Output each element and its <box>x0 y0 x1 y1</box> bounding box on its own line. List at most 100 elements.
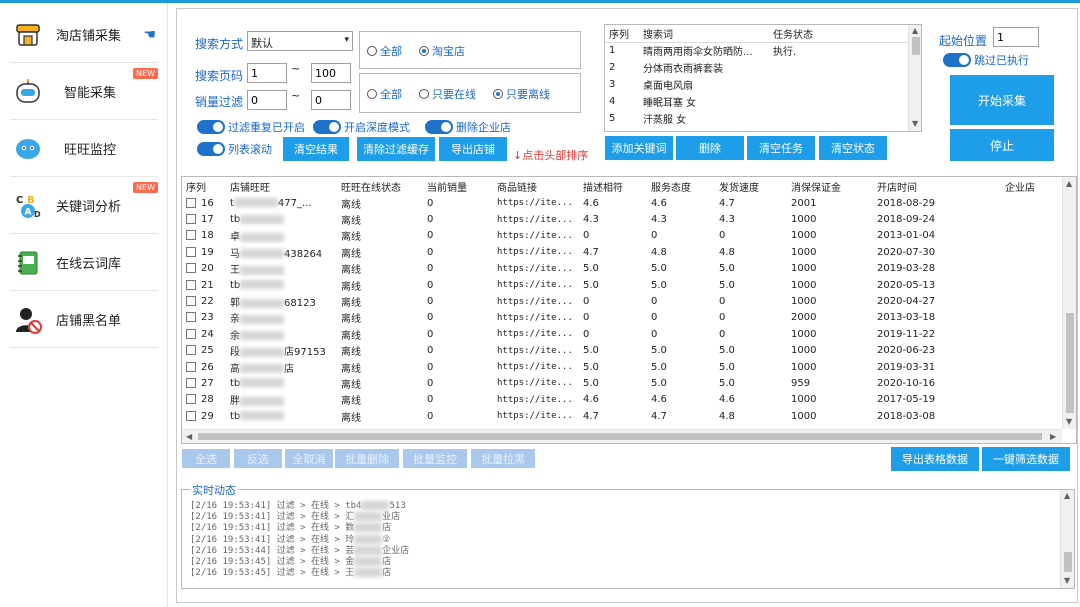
keyword-row[interactable]: 4 睡眠耳塞 女 <box>605 93 908 110</box>
keyword-row[interactable]: 5 汗蒸服 女 <box>605 110 908 127</box>
product-link-cell[interactable]: https://ite... <box>493 277 579 293</box>
results-vertical-scrollbar[interactable]: ▲ ▼ <box>1062 177 1076 429</box>
row-checkbox[interactable] <box>186 361 196 372</box>
results-horizontal-scrollbar[interactable]: ◀ ▶ <box>182 429 1062 443</box>
list-scroll-toggle[interactable]: 列表滚动 <box>197 141 272 157</box>
realtime-log[interactable]: 实时动态 [2/16 19:53:41] 过滤 > 在线 > tb4 513 [2/… <box>181 482 1075 589</box>
sales-to-input[interactable]: 0 <box>311 90 351 110</box>
export-shops-button[interactable]: 导出店铺 <box>439 137 507 161</box>
product-link-cell[interactable]: https://ite... <box>493 326 579 342</box>
online-only-radio[interactable]: 只要在线 <box>419 86 476 102</box>
shop-type-taobao-radio[interactable]: 淘宝店 <box>419 43 465 59</box>
product-link-cell[interactable]: https://ite... <box>493 244 579 260</box>
kw-header-status[interactable]: 任务状态 <box>769 25 908 43</box>
results-scroll-thumb[interactable] <box>1066 313 1074 413</box>
product-link-cell[interactable]: https://ite... <box>493 261 579 277</box>
delete-keyword-button[interactable]: 删除 <box>676 136 744 160</box>
row-index-cell[interactable]: 17 <box>182 211 226 227</box>
product-link-cell[interactable]: https://ite... <box>493 211 579 227</box>
keyword-row[interactable]: 2 分体雨衣雨裤套装 <box>605 59 908 76</box>
table-row[interactable]: 24 余 离线 0 https://ite... 0 0 0 1000 2019-11-22 <box>182 326 1041 342</box>
clear-filter-cache-button[interactable]: 清除过滤缓存 <box>357 137 435 161</box>
product-link-cell[interactable]: https://ite... <box>493 375 579 391</box>
product-link-cell[interactable]: https://ite... <box>493 408 579 424</box>
product-link-cell[interactable]: https://ite... <box>493 293 579 309</box>
sales-from-input[interactable]: 0 <box>247 90 287 110</box>
kw-header-index[interactable]: 序列 <box>605 25 639 43</box>
row-index-cell[interactable]: 20 <box>182 261 226 277</box>
row-checkbox[interactable] <box>186 345 196 356</box>
row-index-cell[interactable]: 27 <box>182 375 226 391</box>
table-row[interactable]: 29 tb 离线 0 https://ite... 4.7 4.7 4.8 1000 2018-0… <box>182 408 1041 424</box>
scroll-up-icon[interactable]: ▲ <box>912 26 918 35</box>
shop-type-all-radio[interactable]: 全部 <box>367 43 402 59</box>
table-row[interactable]: 28 胖 离线 0 https://ite... 4.6 4.6 4.6 1000 2017-05… <box>182 392 1041 408</box>
row-checkbox[interactable] <box>186 214 196 225</box>
sidebar-item-cloud-lexicon[interactable]: 在线云词库 <box>10 235 158 291</box>
page-from-input[interactable]: 1 <box>247 63 287 83</box>
table-row[interactable]: 25 段 店97153 离线 0 https://ite... 5.0 5.0 5.0 1000 2… <box>182 343 1041 359</box>
row-index-cell[interactable]: 16 <box>182 195 226 211</box>
scroll-up-icon[interactable]: ▲ <box>1064 491 1070 500</box>
table-row[interactable]: 16 t 477_... 离线 0 https://ite... 4.6 4.6 4.7 2001… <box>182 195 1041 211</box>
row-index-cell[interactable]: 28 <box>182 392 226 408</box>
scroll-left-icon[interactable]: ◀ <box>186 432 192 441</box>
table-header-cell[interactable]: 店铺旺旺 <box>226 177 337 195</box>
page-to-input[interactable]: 100 <box>311 63 351 83</box>
table-row[interactable]: 26 高店离线 0 https://ite... 5.0 5.0 5.0 1000 2019-0… <box>182 359 1041 375</box>
log-scroll-thumb[interactable] <box>1064 552 1072 572</box>
offline-only-radio[interactable]: 只要离线 <box>493 86 550 102</box>
table-header-cell[interactable]: 发货速度 <box>715 177 787 195</box>
batch-blacklist-button[interactable]: 批量拉黑 <box>471 449 535 468</box>
kw-scrollbar[interactable]: ▲ ▼ <box>908 25 921 131</box>
row-index-cell[interactable]: 24 <box>182 326 226 342</box>
row-checkbox[interactable] <box>186 246 196 257</box>
add-keyword-button[interactable]: 添加关键词 <box>605 136 673 160</box>
row-checkbox[interactable] <box>186 394 196 405</box>
batch-delete-button[interactable]: 批量删除 <box>335 449 399 468</box>
table-row[interactable]: 20 王 离线 0 https://ite... 5.0 5.0 5.0 1000 2019-03… <box>182 261 1041 277</box>
keyword-row[interactable]: 1 晴雨两用雨伞女防晒防... 执行. <box>605 42 908 59</box>
sidebar-item-shop-blacklist[interactable]: 店铺黑名单 <box>10 292 158 348</box>
export-table-button[interactable]: 导出表格数据 <box>891 447 979 471</box>
sidebar-item-wangwang-monitor[interactable]: 旺旺监控 <box>10 121 158 177</box>
start-position-input[interactable]: 1 <box>993 27 1039 47</box>
product-link-cell[interactable]: https://ite... <box>493 310 579 326</box>
table-header-cell[interactable]: 消保保证金 <box>787 177 873 195</box>
log-scrollbar[interactable]: ▲ ▼ <box>1060 490 1074 588</box>
row-index-cell[interactable]: 25 <box>182 343 226 359</box>
results-hscroll-thumb[interactable] <box>198 433 1042 440</box>
sidebar-item-keyword-analysis[interactable]: C B A D 关键词分析 NEW <box>10 178 158 234</box>
scroll-down-icon[interactable]: ▼ <box>1064 576 1070 585</box>
skip-executed-toggle[interactable]: 跳过已执行 <box>943 52 1029 68</box>
row-checkbox[interactable] <box>186 328 196 339</box>
invert-selection-button[interactable]: 反选 <box>234 449 282 468</box>
row-checkbox[interactable] <box>186 410 196 421</box>
online-all-radio[interactable]: 全部 <box>367 86 402 102</box>
stop-button[interactable]: 停止 <box>950 129 1054 161</box>
row-index-cell[interactable]: 26 <box>182 359 226 375</box>
keyword-row[interactable]: 3 桌面电风扇 <box>605 76 908 93</box>
table-header-cell[interactable]: 旺旺在线状态 <box>337 177 423 195</box>
row-index-cell[interactable]: 19 <box>182 244 226 260</box>
table-header-cell[interactable]: 开店时间 <box>873 177 1001 195</box>
product-link-cell[interactable]: https://ite... <box>493 359 579 375</box>
row-checkbox[interactable] <box>186 296 196 307</box>
search-mode-select[interactable]: 默认 ▾ <box>247 31 353 51</box>
one-click-filter-button[interactable]: 一键筛选数据 <box>982 447 1070 471</box>
deselect-all-button[interactable]: 全取消 <box>285 449 333 468</box>
table-header-cell[interactable]: 企业店 <box>1001 177 1041 195</box>
table-row[interactable]: 18 卓 离线 0 https://ite... 0 0 0 1000 2013-01-04 <box>182 228 1041 244</box>
row-checkbox[interactable] <box>186 263 196 274</box>
kw-header-term[interactable]: 搜索词 <box>639 25 769 43</box>
batch-monitor-button[interactable]: 批量监控 <box>403 449 467 468</box>
sidebar-item-shop-collect[interactable]: 淘店铺采集 ☚ <box>10 7 158 63</box>
row-checkbox[interactable] <box>186 279 196 290</box>
row-checkbox[interactable] <box>186 312 196 323</box>
results-table[interactable]: 序列 店铺旺旺 旺旺在线状态 当前销量 商品链接 描述相符 服务态度 发货速度 消保保证金 开店时… <box>181 176 1077 444</box>
product-link-cell[interactable]: https://ite... <box>493 343 579 359</box>
scroll-down-icon[interactable]: ▼ <box>1066 417 1072 426</box>
row-index-cell[interactable]: 29 <box>182 408 226 424</box>
scroll-up-icon[interactable]: ▲ <box>1066 179 1072 188</box>
row-checkbox[interactable] <box>186 197 196 208</box>
